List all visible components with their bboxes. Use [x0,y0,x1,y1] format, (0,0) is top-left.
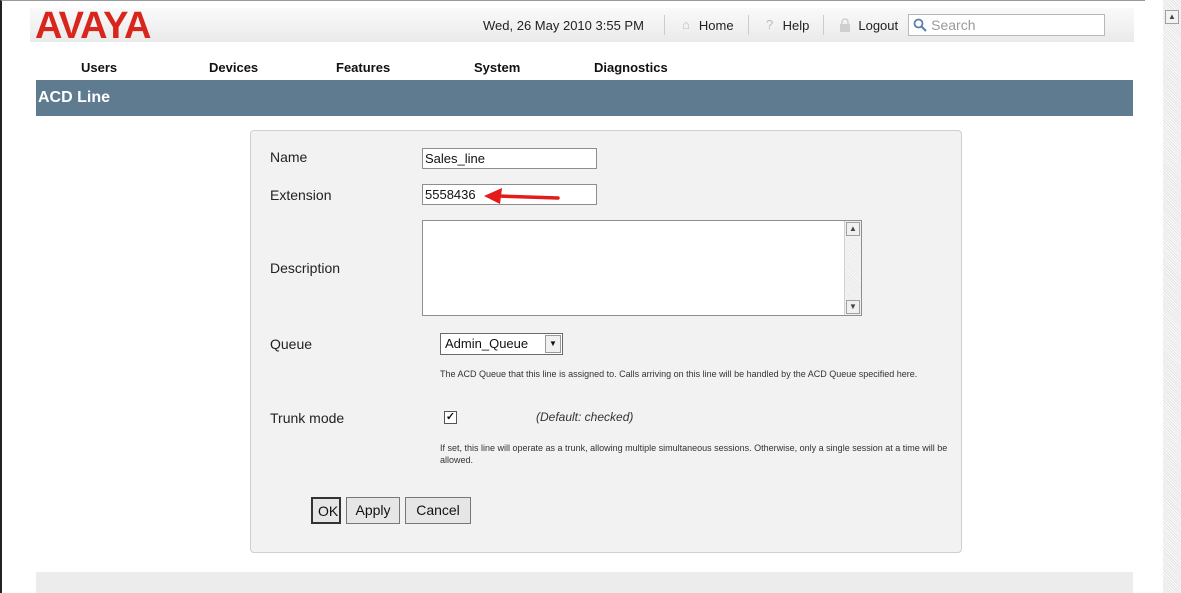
avaya-logo: AVAYA [35,5,151,47]
trunk-help-text: If set, this line will operate as a trun… [440,443,948,465]
date-time: Wed, 26 May 2010 3:55 PM [483,17,644,33]
scroll-up-icon[interactable]: ▲ [846,222,860,236]
name-field[interactable] [422,148,597,169]
divider [747,15,749,35]
search-placeholder: Search [931,17,976,33]
search-input[interactable]: Search [908,14,1106,36]
home-icon: ⌂ [681,17,690,32]
top-utility-bar: Wed, 26 May 2010 3:55 PM ⌂ Home ? Help L… [483,14,1106,36]
logout-link-label: Logout [858,17,899,33]
page-title: ACD Line [38,89,110,106]
nav-item-users[interactable]: Users [81,60,117,75]
help-link[interactable]: ? Help [757,18,816,33]
queue-label: Queue [270,336,313,352]
description-scrollbar[interactable]: ▲ ▼ [844,221,861,315]
cancel-button[interactable]: Cancel [405,497,471,524]
lock-icon [838,18,852,32]
apply-button[interactable]: Apply [346,497,400,524]
help-link-label: Help [782,17,810,33]
trunk-mode-label: Trunk mode [270,410,345,426]
ok-button[interactable]: OK [311,497,341,524]
queue-help-text: The ACD Queue that this line is assigned… [440,369,918,379]
scroll-down-icon[interactable]: ▼ [846,300,860,314]
search-icon [913,18,927,32]
extension-label: Extension [270,187,332,203]
nav-item-features[interactable]: Features [336,60,390,75]
trunk-mode-checkbox[interactable]: ✓ [444,411,457,424]
divider [823,15,825,35]
trunk-default-note: (Default: checked) [536,410,634,424]
home-link[interactable]: ⌂ Home [673,18,740,33]
window-scrollbar[interactable]: ▲ [1163,0,1181,593]
queue-select-value: Admin_Queue [445,336,529,351]
home-link-label: Home [698,17,734,33]
nav-item-diagnostics[interactable]: Diagnostics [594,60,668,75]
main-nav: Users Devices Features System Diagnostic… [0,60,1134,78]
help-icon: ? [765,17,774,32]
annotation-arrow-icon [484,188,560,204]
nav-item-system[interactable]: System [474,60,520,75]
form-panel [250,130,962,553]
footer-strip [36,572,1133,593]
description-label: Description [270,260,341,276]
divider [663,15,665,35]
nav-item-devices[interactable]: Devices [209,60,258,75]
name-label: Name [270,149,308,165]
queue-select[interactable]: Admin_Queue ▼ [440,333,563,355]
scroll-up-icon[interactable]: ▲ [1165,10,1179,24]
page-title-bar: ACD Line [36,80,1133,116]
logout-link[interactable]: Logout [832,18,904,33]
description-field[interactable]: ▲ ▼ [422,220,862,316]
chevron-down-icon[interactable]: ▼ [545,335,561,353]
